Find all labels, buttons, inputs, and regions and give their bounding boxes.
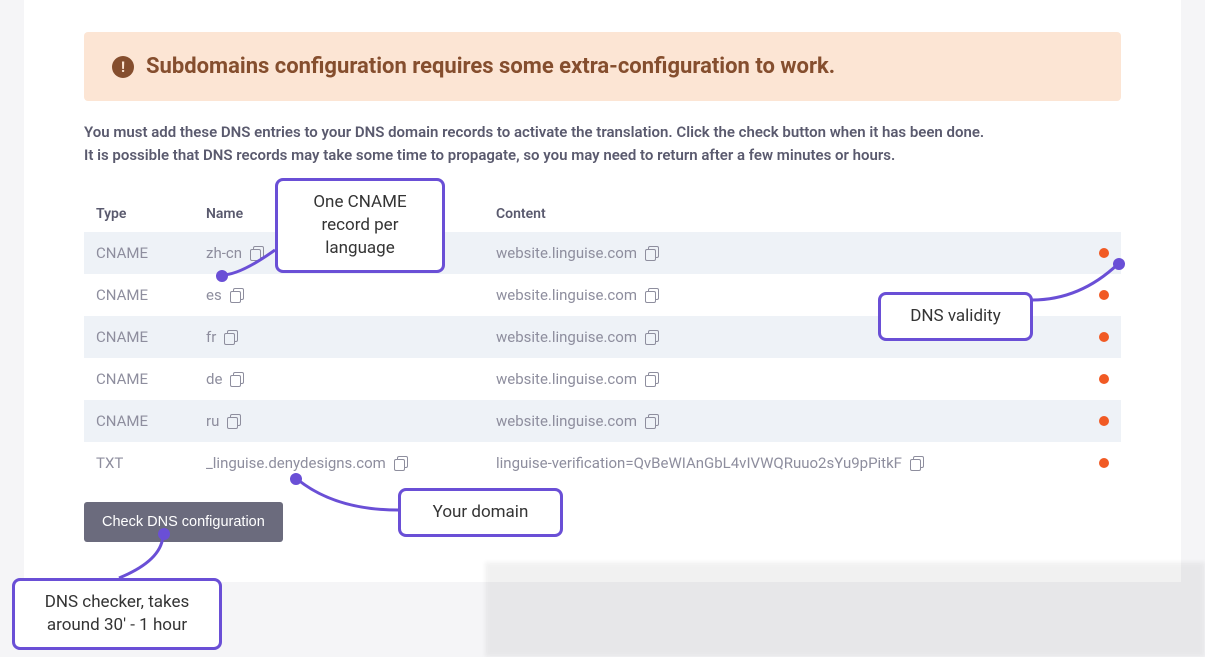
cell-name: de [194, 358, 484, 400]
shadow [485, 562, 1205, 657]
cell-content: linguise-verification=QvBeWIAnGbL4vIVWQR… [484, 442, 1081, 484]
status-dot-icon [1099, 290, 1109, 300]
cell-type: CNAME [84, 274, 194, 316]
check-dns-button[interactable]: Check DNS configuration [84, 502, 283, 542]
cell-status [1081, 442, 1121, 484]
table-row: CNAME de website.linguise.com [84, 358, 1121, 400]
status-dot-icon [1099, 374, 1109, 384]
cell-content-text: website.linguise.com [496, 412, 637, 430]
cell-type: TXT [84, 442, 194, 484]
copy-icon[interactable] [645, 372, 659, 386]
cell-name: es [194, 274, 484, 316]
copy-icon[interactable] [230, 372, 244, 386]
cell-name-text: zh-cn [206, 244, 242, 262]
instructions-line-2: It is possible that DNS records may take… [84, 144, 1121, 167]
cell-content: website.linguise.com [484, 400, 1081, 442]
table-row: CNAME ru website.linguise.com [84, 400, 1121, 442]
copy-icon[interactable] [910, 456, 924, 470]
cell-type: CNAME [84, 316, 194, 358]
table-row: CNAME zh-cn website.linguise.com [84, 232, 1121, 274]
cell-content-text: linguise-verification=QvBeWIAnGbL4vIVWQR… [496, 454, 902, 472]
col-header-type: Type [84, 196, 194, 232]
annotation-dot [158, 528, 170, 540]
copy-icon[interactable] [224, 330, 238, 344]
annotation-dot [1113, 258, 1125, 270]
annotation-domain: Your domain [398, 488, 563, 537]
status-dot-icon [1099, 416, 1109, 426]
table-row: TXT _linguise.denydesigns.com linguise-ver… [84, 442, 1121, 484]
col-header-status [1081, 196, 1121, 232]
cell-content-text: website.linguise.com [496, 244, 637, 262]
cell-name: fr [194, 316, 484, 358]
cell-content: website.linguise.com [484, 232, 1081, 274]
cell-status [1081, 358, 1121, 400]
cell-status [1081, 274, 1121, 316]
annotation-checker: DNS checker, takes around 30' - 1 hour [12, 578, 222, 650]
cell-name-text: fr [206, 328, 216, 346]
cell-type: CNAME [84, 400, 194, 442]
copy-icon[interactable] [645, 246, 659, 260]
instructions-text: You must add these DNS entries to your D… [84, 121, 1121, 168]
cell-type: CNAME [84, 358, 194, 400]
cell-content: website.linguise.com [484, 358, 1081, 400]
cell-status [1081, 400, 1121, 442]
copy-icon[interactable] [394, 456, 408, 470]
dns-config-panel: ! Subdomains configuration requires some… [24, 0, 1181, 582]
cell-name-text: es [206, 286, 222, 304]
copy-icon[interactable] [645, 414, 659, 428]
copy-icon[interactable] [645, 288, 659, 302]
cell-name: ru [194, 400, 484, 442]
copy-icon[interactable] [227, 414, 241, 428]
status-dot-icon [1099, 458, 1109, 468]
status-dot-icon [1099, 248, 1109, 258]
annotation-dot [290, 473, 302, 485]
alert-title: Subdomains configuration requires some e… [146, 54, 835, 79]
alert-banner: ! Subdomains configuration requires some… [84, 32, 1121, 101]
col-header-content: Content [484, 196, 1081, 232]
status-dot-icon [1099, 332, 1109, 342]
annotation-cname: One CNAME record per language [275, 178, 445, 273]
copy-icon[interactable] [250, 246, 264, 260]
annotation-dot [216, 270, 228, 282]
cell-name-text: ru [206, 412, 219, 430]
exclamation-icon: ! [112, 56, 134, 78]
cell-name: _linguise.denydesigns.com [194, 442, 484, 484]
cell-content-text: website.linguise.com [496, 286, 637, 304]
annotation-validity: DNS validity [878, 292, 1033, 341]
cell-content-text: website.linguise.com [496, 370, 637, 388]
cell-name-text: de [206, 370, 222, 388]
cell-content-text: website.linguise.com [496, 328, 637, 346]
cell-status [1081, 316, 1121, 358]
copy-icon[interactable] [230, 288, 244, 302]
copy-icon[interactable] [645, 330, 659, 344]
instructions-line-1: You must add these DNS entries to your D… [84, 121, 1121, 144]
cell-type: CNAME [84, 232, 194, 274]
cell-name-text: _linguise.denydesigns.com [206, 454, 386, 472]
